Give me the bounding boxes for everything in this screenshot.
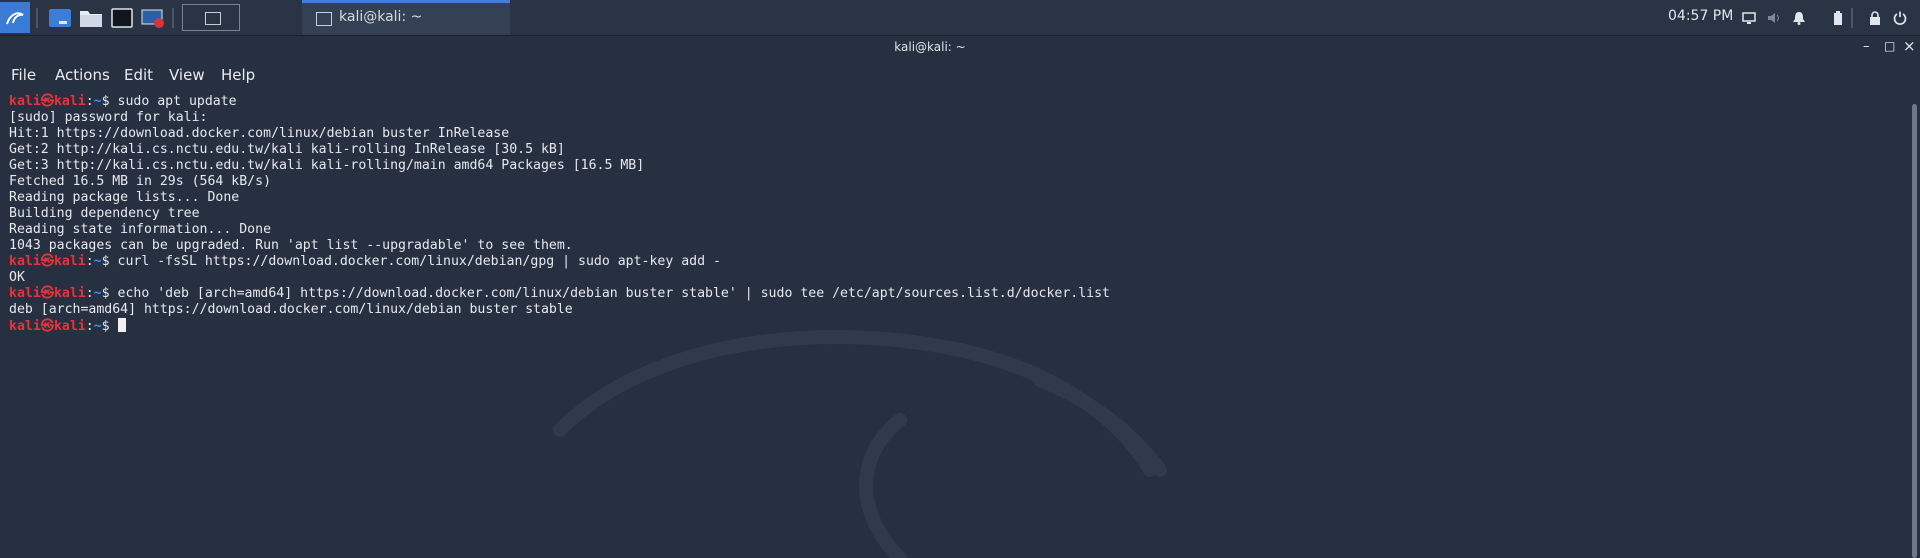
menu-edit[interactable]: Edit [124, 66, 153, 84]
terminal-output[interactable]: kali㉿kali:~$ sudo apt update [sudo] passw… [0, 94, 1910, 558]
taskbar-item-label: kali@kali: ~ [339, 9, 423, 25]
minimize-button[interactable]: – [1863, 39, 1870, 54]
output-line: Reading state information... Done [9, 222, 271, 238]
close-button[interactable]: × [1903, 37, 1916, 55]
workspace-window-thumbnail [205, 12, 221, 25]
file-manager-icon[interactable] [78, 5, 104, 31]
screen-recorder-icon[interactable] [140, 5, 166, 31]
menu-bar: File Actions Edit View Help [0, 62, 1920, 88]
prompt-user: kali㉿kali [9, 254, 86, 269]
output-text: Reading state information... Done [9, 222, 272, 237]
prompt-path: ~ [93, 286, 102, 301]
terminal-scrollbar[interactable] [1912, 104, 1917, 558]
terminal-icon[interactable] [109, 5, 135, 31]
output-line: 1043 packages can be upgraded. Run 'apt … [9, 238, 573, 254]
command-line: kali㉿kali:~$ echo 'deb [arch=amd64] http… [9, 286, 1110, 302]
prompt-user: kali㉿kali [9, 94, 86, 109]
output-line: Fetched 16.5 MB in 29s (564 kB/s) [9, 174, 271, 190]
prompt-separator: : [85, 319, 94, 334]
output-line: Building dependency tree [9, 206, 200, 222]
prompt-user: kali㉿kali [9, 319, 86, 334]
output-text: 1043 packages can be upgraded. Run 'apt … [9, 238, 573, 253]
output-line: Get:2 http://kali.cs.nctu.edu.tw/kali ka… [9, 142, 565, 158]
terminal-cursor [117, 318, 126, 332]
prompt-symbol: $ [101, 94, 110, 109]
command-text: curl -fsSL https://download.docker.com/l… [109, 254, 721, 269]
output-text: Get:2 http://kali.cs.nctu.edu.tw/kali ka… [9, 142, 565, 157]
prompt-separator: : [85, 94, 94, 109]
power-icon[interactable] [1893, 11, 1907, 25]
clock[interactable]: 04:57 PM [1668, 8, 1733, 24]
prompt-symbol: $ [101, 319, 110, 334]
workspace-switcher[interactable] [182, 4, 240, 31]
output-text: Fetched 16.5 MB in 29s (564 kB/s) [9, 174, 272, 189]
kali-dragon-icon[interactable] [0, 2, 30, 33]
output-text: Reading package lists... Done [9, 190, 240, 205]
prompt-separator: : [85, 286, 94, 301]
show-desktop-icon[interactable] [47, 5, 73, 31]
volume-icon[interactable] [1767, 11, 1781, 25]
command-line: kali㉿kali:~$ curl -fsSL https://download… [9, 254, 721, 270]
display-icon[interactable] [1742, 11, 1756, 25]
output-text: OK [9, 270, 25, 285]
prompt-symbol: $ [101, 254, 110, 269]
prompt-path: ~ [93, 319, 102, 334]
output-text: Get:3 http://kali.cs.nctu.edu.tw/kali ka… [9, 158, 645, 173]
output-text: Building dependency tree [9, 206, 200, 221]
output-line: Get:3 http://kali.cs.nctu.edu.tw/kali ka… [9, 158, 644, 174]
window-titlebar[interactable]: kali@kali: ~ – □ × [0, 36, 1920, 60]
output-line: deb [arch=amd64] https://download.docker… [9, 302, 573, 318]
prompt-path: ~ [93, 94, 102, 109]
command-line: kali㉿kali:~$ [9, 318, 126, 335]
output-text: [sudo] password for kali: [9, 110, 208, 125]
menu-help[interactable]: Help [221, 66, 255, 84]
maximize-button[interactable]: □ [1884, 39, 1895, 53]
output-line: Hit:1 https://download.docker.com/linux/… [9, 126, 509, 142]
notification-bell-icon[interactable] [1792, 11, 1806, 25]
menu-file[interactable]: File [11, 66, 36, 84]
taskbar-item-terminal[interactable]: kali@kali: ~ [302, 0, 510, 35]
output-line: [sudo] password for kali: [9, 110, 208, 126]
terminal-icon [316, 12, 332, 26]
window-title: kali@kali: ~ [894, 40, 966, 54]
panel-separator [1851, 8, 1853, 28]
panel-separator [36, 8, 38, 28]
command-text: echo 'deb [arch=amd64] https://download.… [109, 286, 1110, 301]
prompt-symbol: $ [101, 286, 110, 301]
output-text: deb [arch=amd64] https://download.docker… [9, 302, 573, 317]
panel-separator [172, 8, 174, 28]
command-line: kali㉿kali:~$ sudo apt update [9, 94, 237, 110]
output-line: Reading package lists... Done [9, 190, 239, 206]
top-panel: kali@kali: ~ 04:57 PM [0, 0, 1920, 36]
output-text: Hit:1 https://download.docker.com/linux/… [9, 126, 510, 141]
lock-icon[interactable] [1868, 11, 1882, 25]
battery-icon[interactable] [1831, 11, 1845, 25]
command-text [110, 319, 118, 334]
menu-actions[interactable]: Actions [55, 66, 110, 84]
prompt-user: kali㉿kali [9, 286, 86, 301]
command-text: sudo apt update [109, 94, 237, 109]
prompt-path: ~ [93, 254, 102, 269]
prompt-separator: : [85, 254, 94, 269]
menu-view[interactable]: View [169, 66, 205, 84]
output-line: OK [9, 270, 25, 286]
